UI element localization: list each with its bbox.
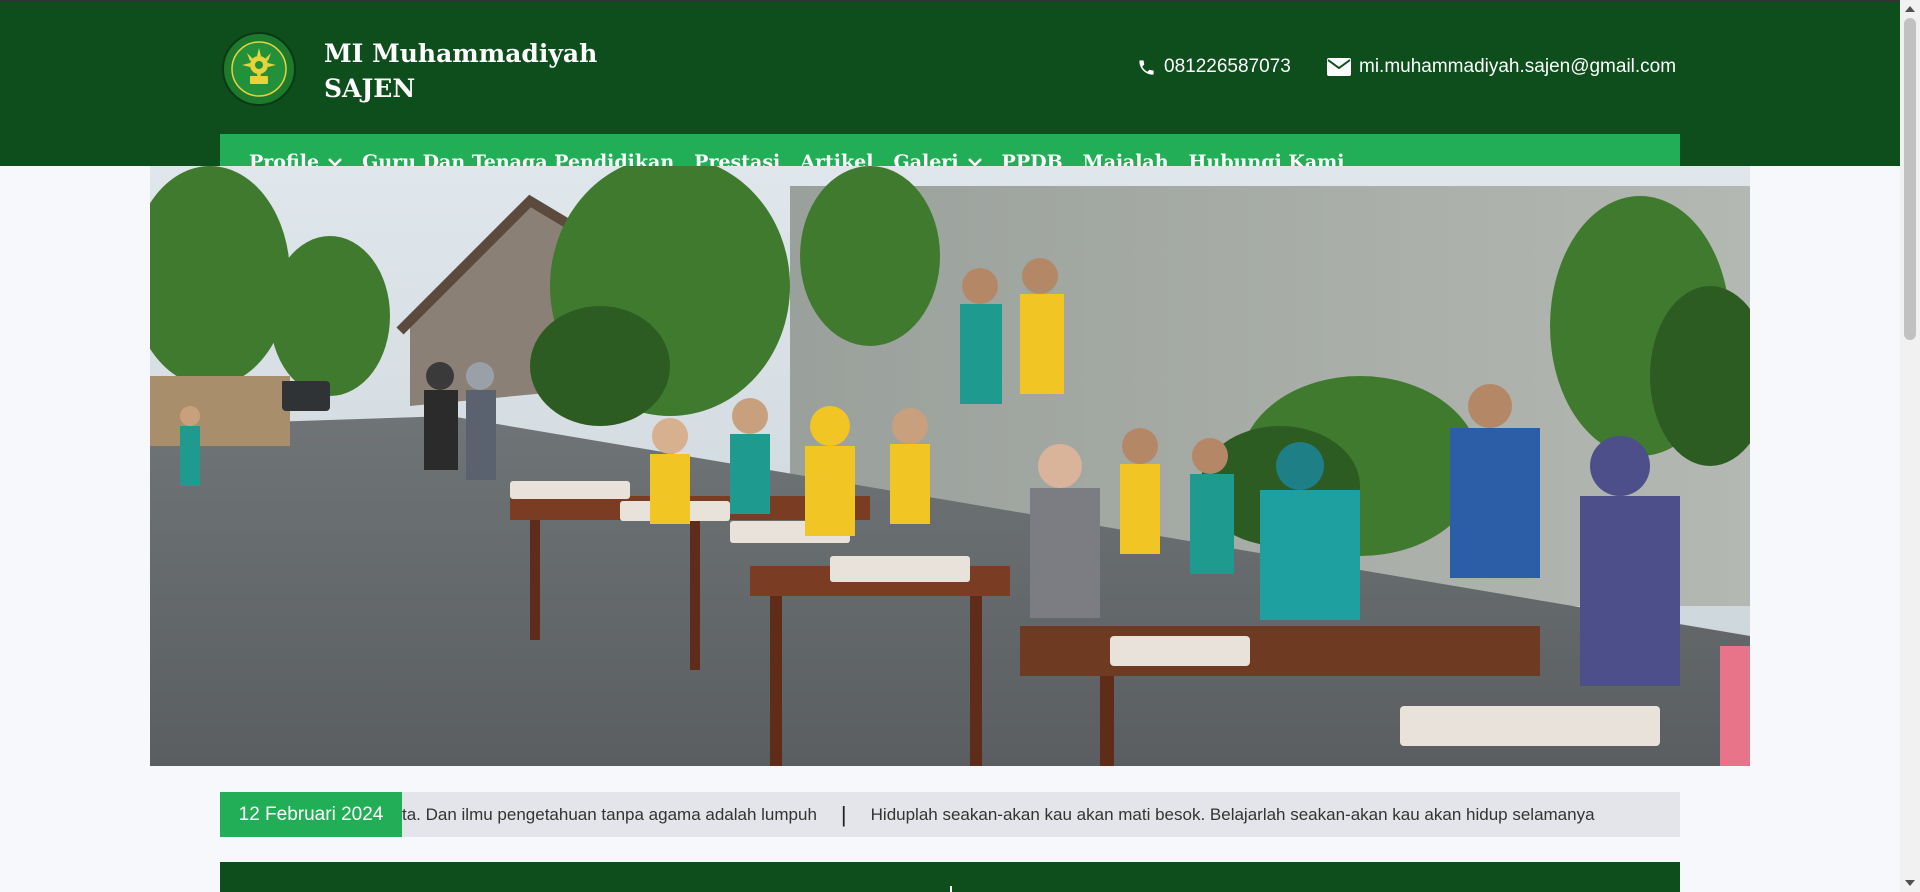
text-cursor xyxy=(950,886,952,892)
email-address: mi.muhammadiyah.sajen@gmail.com xyxy=(1359,56,1677,77)
phone-icon xyxy=(1139,59,1154,75)
hero-image xyxy=(150,166,1750,766)
school-name-line1: MI Muhammadiyah xyxy=(324,39,598,68)
content-section-header xyxy=(220,862,1680,892)
school-logo[interactable] xyxy=(222,32,296,106)
page-scrollbar[interactable] xyxy=(1900,0,1920,892)
ticker-quote-2: Hiduplah seakan-akan kau akan mati besok… xyxy=(870,804,1595,824)
hero-photo xyxy=(150,166,1750,766)
envelope-icon xyxy=(1327,58,1351,76)
chevron-down-icon xyxy=(328,157,343,167)
ticker-separator: | xyxy=(840,801,847,827)
phone-number: 081226587073 xyxy=(1164,56,1291,77)
contact-phone[interactable]: 081226587073 xyxy=(1137,56,1291,78)
school-name[interactable]: MI Muhammadiyah SAJEN xyxy=(324,36,644,106)
ticker-date: 12 Februari 2024 xyxy=(220,792,402,837)
news-ticker: 12 Februari 2024 ta. Dan ilmu pengetahua… xyxy=(220,792,1680,837)
scroll-up-arrow-icon[interactable] xyxy=(1905,6,1915,12)
ticker-marquee[interactable]: ta. Dan ilmu pengetahuan tanpa agama ada… xyxy=(402,792,1680,837)
school-name-line2: SAJEN xyxy=(324,74,416,103)
scroll-thumb[interactable] xyxy=(1904,18,1916,340)
site-header: MI Muhammadiyah SAJEN 081226587073 mi.mu… xyxy=(0,2,1900,193)
chevron-down-icon xyxy=(967,157,982,167)
logo-emblem-icon xyxy=(231,41,287,97)
contact-email[interactable]: mi.muhammadiyah.sajen@gmail.com xyxy=(1327,56,1676,78)
scroll-down-arrow-icon[interactable] xyxy=(1905,880,1915,886)
ticker-quote-1: ta. Dan ilmu pengetahuan tanpa agama ada… xyxy=(402,804,817,824)
